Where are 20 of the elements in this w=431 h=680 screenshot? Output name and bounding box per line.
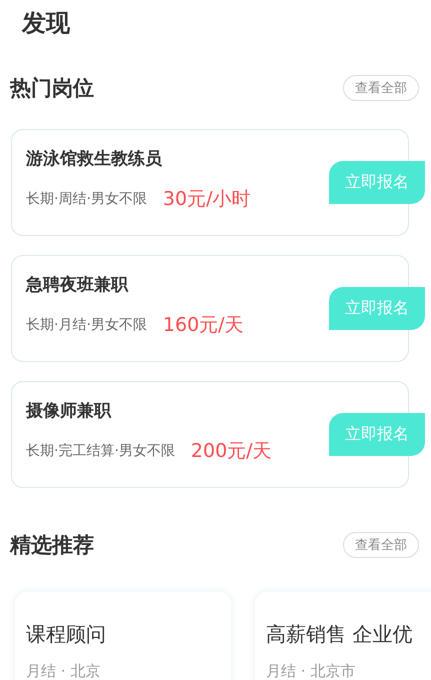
featured-meta: 月结 · 北京市 [266, 662, 356, 680]
job-tags: 长期·周结·男女不限 [26, 190, 147, 208]
job-tags: 长期·月结·男女不限 [26, 316, 147, 334]
job-title: 急聘夜班兼职 [26, 274, 130, 297]
featured-title: 高薪销售 企业优 [266, 621, 414, 648]
job-pay: 200元/天 [190, 439, 272, 464]
job-tags: 长期·完工结算·男女不限 [26, 442, 175, 460]
view-all-button[interactable]: 查看全部 [343, 532, 419, 558]
job-title: 游泳馆救生教练员 [26, 148, 163, 171]
page-title: 发现 [20, 8, 71, 39]
featured-meta: 月结 · 北京 [26, 662, 102, 680]
featured-card[interactable]: 课程顾问 月结 · 北京 [15, 592, 231, 680]
section-title: 热门岗位 [10, 75, 94, 102]
job-pay: 30元/小时 [162, 187, 250, 212]
featured-card[interactable]: 高薪销售 企业优 月结 · 北京市 [255, 592, 431, 680]
featured-title: 课程顾问 [26, 621, 107, 648]
job-pay: 160元/天 [162, 313, 244, 338]
view-all-button[interactable]: 查看全部 [343, 75, 419, 101]
section-title: 精选推荐 [10, 532, 94, 559]
job-title: 摄像师兼职 [26, 400, 112, 423]
